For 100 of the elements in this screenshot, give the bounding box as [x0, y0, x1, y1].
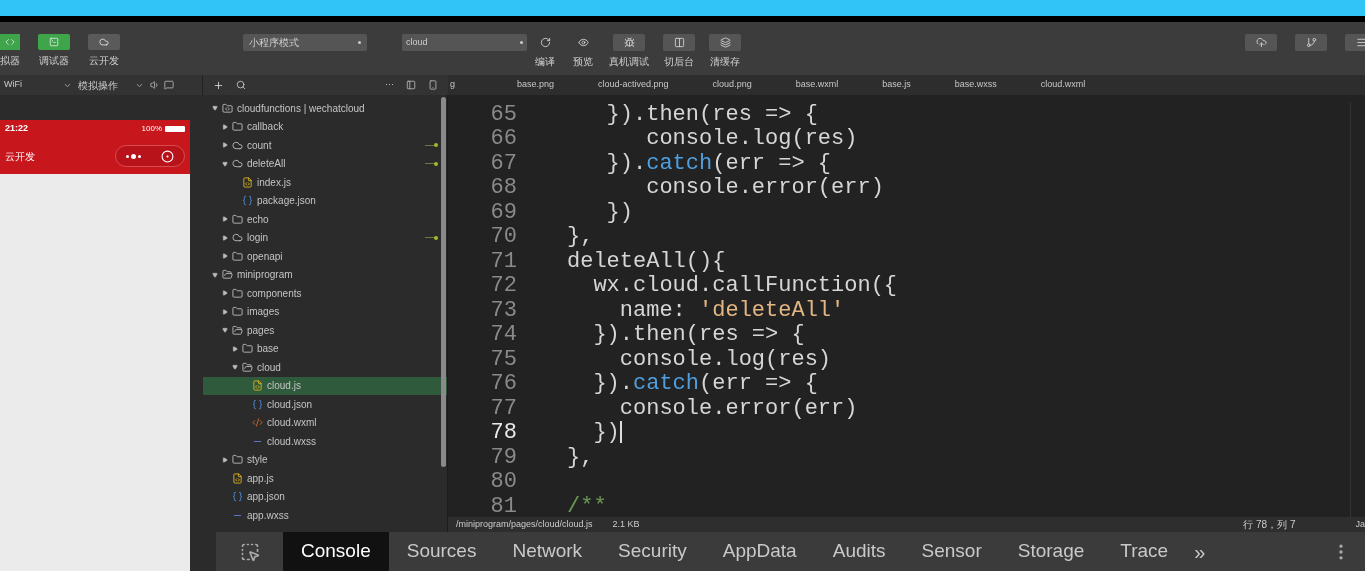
tree-item[interactable]: app.json [203, 487, 447, 506]
menu-icon [1355, 37, 1365, 48]
file-tab[interactable]: base.wxml [773, 75, 861, 95]
phone-icon[interactable] [428, 80, 438, 90]
caret-right-icon[interactable] [222, 123, 228, 130]
devtools-tab[interactable]: AppData [704, 532, 815, 571]
js-file-icon [252, 380, 263, 392]
tree-item[interactable]: app.js [203, 469, 447, 488]
toolbar-action-label: 清缓存 [710, 55, 740, 69]
caret-right-icon[interactable] [222, 234, 228, 241]
mode-button[interactable] [88, 34, 120, 50]
tree-item[interactable]: callback [203, 117, 447, 136]
tree-item[interactable]: echo [203, 210, 447, 229]
more-tabs-button[interactable]: » [1186, 532, 1214, 571]
caret-down-icon[interactable] [212, 271, 218, 278]
js-file-icon [232, 472, 243, 484]
tree-item[interactable]: cloud.wxss [203, 432, 447, 451]
tree-item-label: echo [247, 212, 270, 227]
devtools-tab[interactable]: Sensor [903, 532, 1000, 571]
tree-item-label: openapi [247, 249, 284, 264]
network-select[interactable]: WiFi [4, 78, 74, 92]
battery-level: 100% [141, 123, 162, 135]
capsule-button[interactable] [115, 145, 185, 167]
file-tab[interactable]: base.wxss [932, 75, 1019, 95]
tree-item[interactable]: app.wxss [203, 506, 447, 525]
toolbar-action-button[interactable] [613, 34, 645, 51]
devtools-tab[interactable]: Console [283, 532, 389, 571]
devtools-tab[interactable]: Storage [999, 532, 1103, 571]
cursor-position: 行 78，列 7 [1243, 518, 1296, 532]
caret-right-icon[interactable] [222, 308, 228, 315]
caret-right-icon[interactable] [222, 216, 228, 223]
caret-right-icon[interactable] [232, 345, 238, 352]
caret-down-icon[interactable] [222, 327, 228, 334]
file-tab[interactable]: g [448, 75, 495, 95]
mode-select[interactable]: 小程序模式 [243, 34, 367, 51]
toolbar-action-label: 切后台 [664, 55, 694, 69]
tree-item[interactable]: deleteAll [203, 154, 447, 173]
caret-down-icon[interactable] [222, 160, 228, 167]
tree-item[interactable]: cloud.wxml [203, 413, 447, 432]
tree-item[interactable]: openapi [203, 247, 447, 266]
file-tab[interactable]: cloud.wxml [1018, 75, 1108, 95]
cloud-icon [232, 232, 243, 244]
caret-right-icon[interactable] [222, 456, 228, 463]
tree-item[interactable]: miniprogram [203, 265, 447, 284]
tree-item[interactable]: cloud.js [203, 376, 447, 395]
mode-label: 云开发 [89, 54, 119, 68]
tree-item[interactable]: images [203, 302, 447, 321]
upload-button[interactable] [1245, 34, 1277, 51]
folder-icon [232, 454, 243, 466]
inspect-icon[interactable] [239, 541, 260, 562]
volume-icon[interactable] [150, 80, 160, 90]
tree-item-label: deleteAll [247, 157, 287, 172]
folder-icon [232, 250, 243, 262]
caret-right-icon[interactable] [222, 142, 228, 149]
tree-item[interactable]: cloudfunctions | wechatcloud [203, 99, 447, 118]
devtools-tab[interactable]: Trace [1102, 532, 1187, 571]
search-icon[interactable] [236, 80, 246, 90]
screen-icon[interactable] [164, 80, 174, 90]
more-button[interactable]: ··· [385, 78, 394, 92]
devtools-tab[interactable]: Audits [814, 532, 904, 571]
tree-item-label: index.js [257, 175, 292, 190]
tree-item[interactable]: count [203, 136, 447, 155]
cloud-upload-icon [1255, 37, 1267, 48]
file-path: /miniprogram/pages/cloud/cloud.js [456, 517, 593, 531]
compile-select[interactable]: cloud [402, 34, 527, 51]
file-size: 2.1 KB [612, 517, 640, 531]
scrollbar[interactable] [441, 97, 446, 467]
file-tab[interactable]: base.png [495, 75, 577, 95]
mode-label: 拟器 [0, 54, 20, 68]
tree-item-label: package.json [257, 194, 317, 209]
file-tab[interactable]: cloud.png [690, 75, 774, 95]
panel-icon[interactable] [406, 80, 416, 90]
js-file-icon [242, 176, 253, 188]
tree-item[interactable]: base [203, 339, 447, 358]
tree-item[interactable]: cloud.json [203, 395, 447, 414]
code-line: }, [567, 443, 594, 472]
version-button[interactable] [1295, 34, 1327, 51]
toolbar-action-button[interactable] [709, 34, 741, 51]
add-icon[interactable] [213, 79, 224, 91]
tree-item-label: components [247, 286, 303, 301]
toolbar-action-button[interactable] [663, 34, 695, 51]
json-file-icon [242, 195, 253, 207]
caret-right-icon[interactable] [222, 253, 228, 260]
devtools-tab[interactable]: Security [600, 532, 705, 571]
tree-item[interactable]: components [203, 284, 447, 303]
tree-item[interactable]: pages [203, 321, 447, 340]
tree-item[interactable]: style [203, 450, 447, 469]
devtools-tab[interactable]: Sources [388, 532, 495, 571]
caret-down-icon[interactable] [232, 364, 238, 371]
tree-item[interactable]: login [203, 228, 447, 247]
operation-select[interactable]: 模拟操作 [78, 77, 146, 93]
devtools-tab[interactable]: Network [494, 532, 601, 571]
tree-item[interactable]: package.json [203, 191, 447, 210]
tree-item[interactable]: cloud [203, 358, 447, 377]
caret-down-icon[interactable] [212, 105, 218, 112]
tree-item[interactable]: index.js [203, 173, 447, 192]
code-line: }) [605, 198, 633, 227]
file-tab[interactable]: base.js [860, 75, 933, 95]
file-tab[interactable]: cloud-actived.png [576, 75, 691, 95]
caret-right-icon[interactable] [222, 290, 228, 297]
